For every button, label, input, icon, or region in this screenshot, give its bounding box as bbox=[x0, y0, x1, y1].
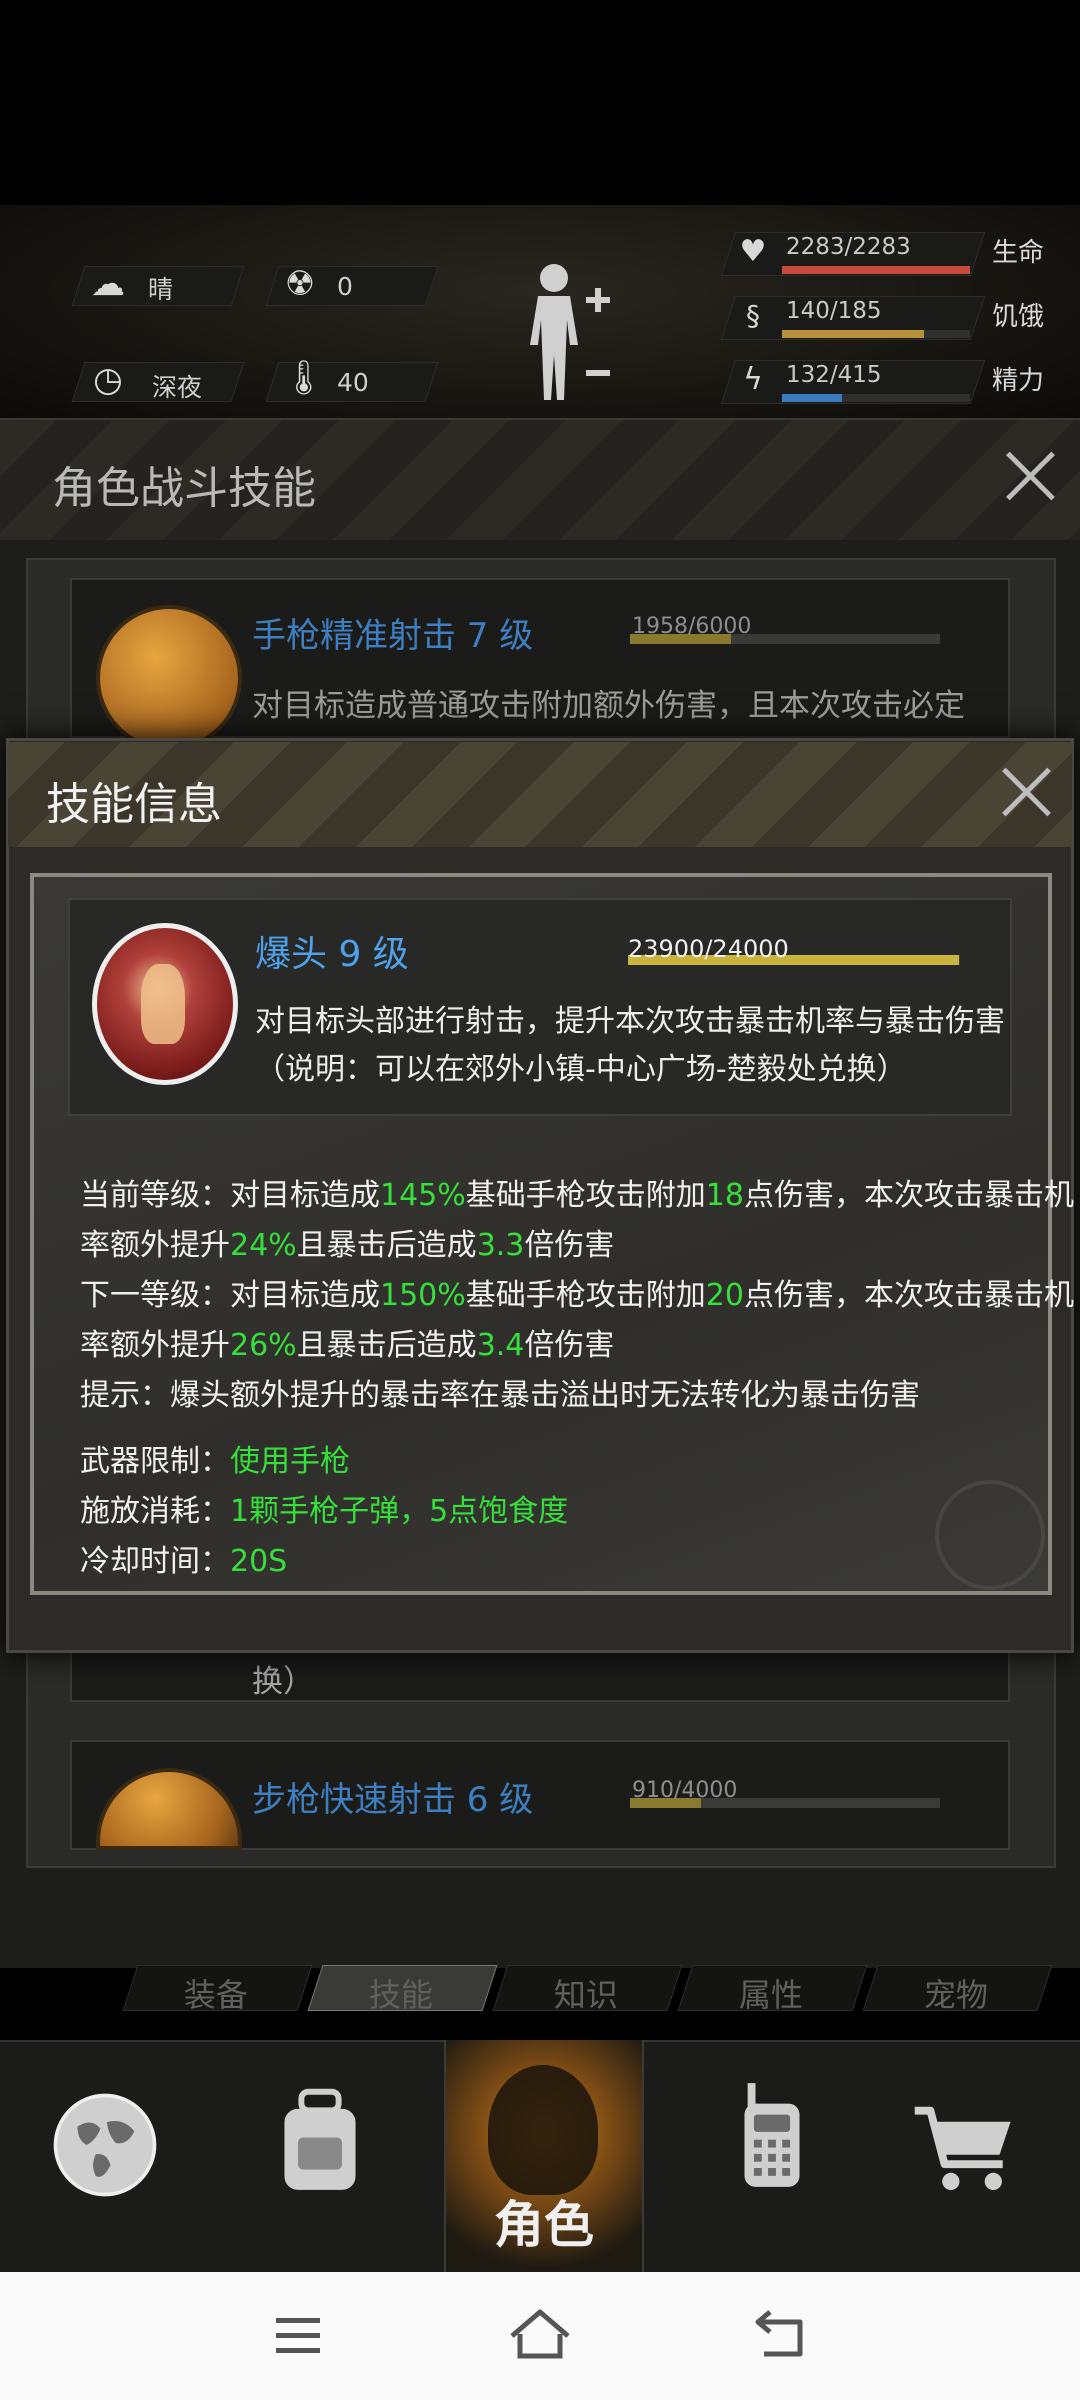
skill-xp-text: 1958/6000 bbox=[632, 614, 752, 639]
temperature-value: 40 bbox=[337, 368, 369, 397]
cloud-sun-icon: ☁ bbox=[91, 264, 125, 304]
cooldown-line: 冷却时间：20S bbox=[80, 1544, 288, 1579]
health-label: 生命 bbox=[992, 238, 1045, 268]
thermometer-icon: 🌡 bbox=[282, 358, 326, 398]
nav-radio[interactable] bbox=[662, 2040, 862, 2272]
next-level-line-1: 下一等级：对目标造成150%基础手枪攻击附加20点伤害，本次攻击暴击机 bbox=[80, 1278, 1074, 1313]
tab-knowledge[interactable]: 知识 bbox=[492, 1965, 683, 2014]
skill-detail-name: 爆头 9 级 bbox=[255, 934, 409, 975]
back-icon[interactable] bbox=[742, 2300, 822, 2370]
character-sub-tabs: 装备 技能 知识 属性 宠物 bbox=[122, 1965, 1060, 2015]
menu-icon[interactable] bbox=[258, 2300, 338, 2370]
tab-skills[interactable]: 技能 bbox=[307, 1965, 498, 2014]
health-bar bbox=[782, 266, 970, 274]
home-icon[interactable] bbox=[500, 2300, 580, 2370]
skill-detail-desc: 对目标头部进行射击，提升本次攻击暴击机率与暴击伤害 bbox=[255, 1004, 1005, 1039]
tab-pets[interactable]: 宠物 bbox=[862, 1965, 1053, 2014]
energy-bar bbox=[782, 394, 970, 402]
radiation-watermark-icon bbox=[935, 1480, 1045, 1590]
energy-value: 132/415 bbox=[786, 362, 882, 388]
radiation-icon: ☢ bbox=[284, 264, 316, 304]
skill-item-headshot-tail[interactable] bbox=[70, 1650, 1010, 1702]
skill-desc: 对目标造成普通攻击附加额外伤害，且本次攻击必定 bbox=[252, 688, 965, 724]
combat-skills-close-icon[interactable] bbox=[1004, 450, 1056, 502]
hunger-label: 饥饿 bbox=[992, 302, 1045, 332]
next-level-line-2: 率额外提升26%且暴击后造成3.4倍伤害 bbox=[80, 1328, 615, 1363]
tip-line: 提示：爆头额外提升的暴击率在暴击溢出时无法转化为暴击伤害 bbox=[80, 1378, 920, 1413]
headshot-icon bbox=[92, 923, 238, 1085]
weather-text: 晴 bbox=[148, 275, 174, 304]
nav-backpack[interactable] bbox=[225, 2040, 425, 2272]
hunger-value: 140/185 bbox=[786, 298, 882, 324]
skill-xp-text: 910/4000 bbox=[632, 1778, 738, 1803]
skill-name: 步枪快速射击 6 级 bbox=[252, 1780, 534, 1820]
skill-info-close-icon[interactable] bbox=[1000, 766, 1052, 818]
tab-equipment[interactable]: 装备 bbox=[122, 1965, 313, 2014]
energy-label: 精力 bbox=[992, 366, 1045, 396]
current-level-line-1: 当前等级：对目标造成145%基础手枪攻击附加18点伤害，本次攻击暴击机 bbox=[80, 1178, 1074, 1213]
radio-icon bbox=[744, 2083, 800, 2187]
cart-icon bbox=[914, 2106, 1011, 2191]
body-status-figure[interactable] bbox=[520, 260, 620, 410]
cast-cost-line: 施放消耗：1颗手枪子弹，5点饱食度 bbox=[80, 1494, 569, 1529]
nav-world-map[interactable] bbox=[10, 2040, 210, 2272]
skill-detail-xp-text: 23900/24000 bbox=[628, 935, 789, 963]
globe-icon bbox=[53, 2093, 157, 2197]
skill-info-title: 技能信息 bbox=[46, 779, 222, 830]
lightning-icon: ϟ bbox=[743, 362, 763, 397]
weapon-limit-line: 武器限制：使用手枪 bbox=[80, 1444, 350, 1479]
skill-name: 手枪精准射击 7 级 bbox=[252, 616, 534, 656]
tab-attributes[interactable]: 属性 bbox=[677, 1965, 868, 2014]
current-level-line-2: 率额外提升24%且暴击后造成3.3倍伤害 bbox=[80, 1228, 615, 1263]
hunger-bar bbox=[782, 330, 970, 338]
pistol-bullet-icon bbox=[96, 605, 242, 751]
skill-detail-note: （说明：可以在郊外小镇-中心广场-楚毅处兑换） bbox=[255, 1052, 907, 1087]
backpack-icon bbox=[284, 2088, 356, 2190]
clock-icon: ◷ bbox=[93, 360, 123, 400]
combat-skills-title: 角色战斗技能 bbox=[52, 463, 316, 514]
radiation-value: 0 bbox=[337, 272, 353, 301]
health-value: 2283/2283 bbox=[786, 234, 911, 260]
nav-character-label: 角色 bbox=[494, 2196, 594, 2254]
stomach-icon: § bbox=[746, 299, 760, 332]
nav-shop[interactable] bbox=[880, 2040, 1080, 2272]
heart-icon: ♥ bbox=[739, 234, 767, 269]
skill-desc-tail: 换） bbox=[252, 1664, 314, 1700]
character-head-icon bbox=[488, 2065, 598, 2195]
time-of-day-text: 深夜 bbox=[152, 373, 203, 402]
